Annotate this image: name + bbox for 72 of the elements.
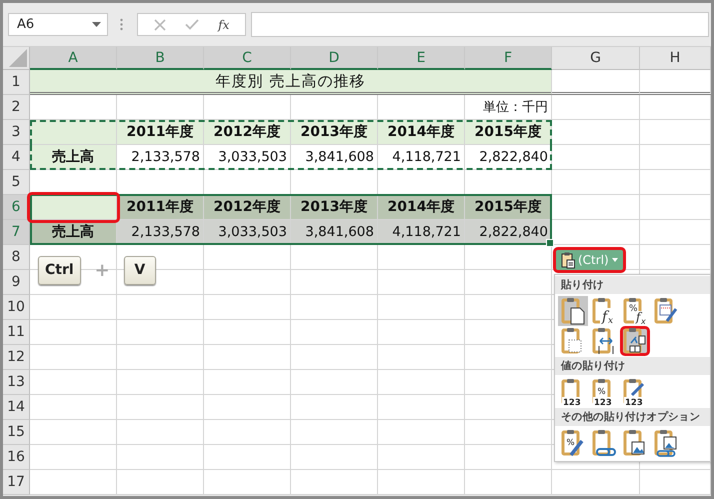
plus-sign: + [94,260,110,280]
menu-section-title: その他の貼り付けオプション [555,408,710,426]
column-header[interactable]: A [30,47,117,70]
year-header-cell: 2013年度 [291,120,378,145]
empty-cell [640,70,711,95]
value-cell: 3,033,503 [204,145,291,170]
row-header[interactable]: 15 [3,420,30,445]
clipboard-icon [561,252,575,268]
value-cell: 2,133,578 [117,145,204,170]
year-header-cell: 2015年度 [465,120,552,145]
grip-icon [120,18,123,31]
row-header[interactable]: 9 [3,270,30,295]
menu-section-title: 値の貼り付け [555,357,710,375]
empty-cell [640,470,711,495]
empty-cell [640,95,711,120]
year-header-cell: 2011年度 [117,120,204,145]
year-header-cell: 2015年度 [465,195,552,220]
dropdown-icon [92,22,101,27]
paste-option-button[interactable] [620,326,650,356]
cell-reference: A6 [17,17,34,32]
row-header[interactable]: 8 [3,245,30,270]
year-header-cell: 2014年度 [378,120,465,145]
empty-cell [640,245,711,270]
row-header[interactable]: 14 [3,395,30,420]
value-cell: 2,133,578 [117,220,204,245]
row-header[interactable]: 1 [3,70,30,95]
empty-cell [640,195,711,220]
column-header[interactable]: H [640,47,711,70]
row-header[interactable]: 4 [3,145,30,170]
name-box[interactable]: A6 [8,13,108,36]
formula-input[interactable] [251,12,709,37]
column-header[interactable]: B [117,47,204,70]
empty-cell [640,120,711,145]
value-cell: 3,841,608 [291,220,378,245]
keyboard-key: Ctrl [38,256,81,284]
year-header-cell: 2011年度 [117,195,204,220]
row-header[interactable]: 11 [3,320,30,345]
menu-section-title: 貼り付け [555,276,710,294]
value-cell: 4,118,721 [378,145,465,170]
row-header[interactable]: 3 [3,120,30,145]
row-header[interactable]: 7 [3,220,30,245]
value-cell: 3,033,503 [204,220,291,245]
row-label-cell: 売上高 [30,145,117,170]
column-header[interactable]: G [552,47,640,70]
column-header[interactable]: F [465,47,552,70]
year-header-cell: 2014年度 [378,195,465,220]
paste-option-button[interactable] [558,296,588,326]
row-header[interactable]: 16 [3,445,30,470]
empty-cell [640,170,711,195]
caret-icon [612,258,618,262]
keyboard-key: V [124,256,156,284]
empty-cell [640,220,711,245]
value-cell: 4,118,721 [378,220,465,245]
fill-handle[interactable] [546,239,554,247]
check-icon[interactable] [184,19,199,30]
column-header[interactable]: D [291,47,378,70]
value-cell: 3,841,608 [291,145,378,170]
row-header[interactable]: 17 [3,470,30,495]
insert-function-button[interactable]: fx [218,18,230,32]
year-header-cell: 2013年度 [291,195,378,220]
empty-cell [640,145,711,170]
column-header[interactable]: E [378,47,465,70]
row-header[interactable]: 5 [3,170,30,195]
value-cell: 2,822,840 [465,145,552,170]
year-header-cell: 2012年度 [204,195,291,220]
row-header[interactable]: 2 [3,95,30,120]
row-header[interactable]: 13 [3,370,30,395]
column-header[interactable]: C [204,47,291,70]
year-header-cell: 2012年度 [204,120,291,145]
row-header[interactable]: 12 [3,345,30,370]
row-header[interactable]: 10 [3,295,30,320]
sheet-title: 年度別 売上高の推移 [30,70,552,95]
